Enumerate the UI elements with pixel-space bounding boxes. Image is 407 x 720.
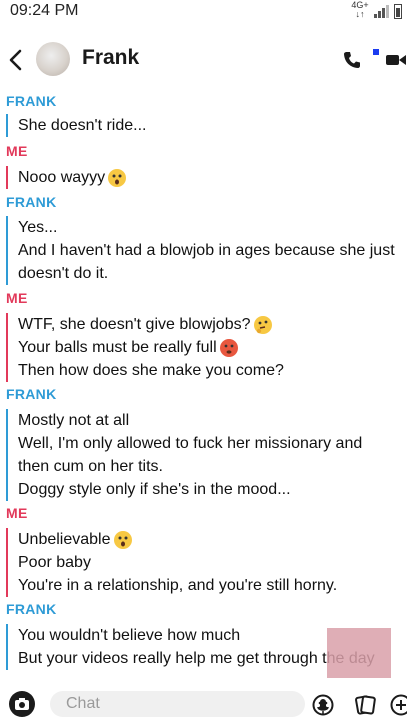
cards-icon[interactable]: [354, 694, 376, 716]
plus-icon[interactable]: [390, 694, 407, 716]
message-text: Unbelievable: [18, 531, 111, 548]
message-line: Nooo wayyy: [18, 166, 407, 189]
message-block: Nooo wayyy: [6, 166, 407, 189]
status-bar: 09:24 PM 4G+ ↓↑: [0, 0, 407, 24]
message-text: Doggy style only if she's in the mood...: [18, 481, 291, 498]
message-text: You're in a relationship, and you're sti…: [18, 577, 338, 594]
signal-icon: [374, 5, 389, 18]
battery-icon: [394, 4, 402, 19]
astonished-emoji: [113, 530, 132, 549]
chat-placeholder: Chat: [66, 695, 100, 712]
clock: 09:24 PM: [10, 2, 79, 19]
contact-name[interactable]: Frank: [82, 46, 139, 70]
video-icon[interactable]: [385, 52, 407, 68]
sender-label: FRANK: [6, 93, 57, 109]
message-block: WTF, she doesn't give blowjobs? Your bal…: [6, 313, 407, 382]
message-line: WTF, she doesn't give blowjobs?: [18, 313, 407, 336]
sender-label: ME: [6, 290, 28, 306]
sender-label: FRANK: [6, 601, 57, 617]
hot-face-emoji: [219, 338, 238, 357]
smiley-icon[interactable]: [312, 694, 334, 716]
network-type: 4G+: [351, 0, 369, 10]
avatar[interactable]: [36, 42, 70, 76]
message-text: doesn't do it.: [18, 265, 109, 282]
message-text: Poor baby: [18, 554, 91, 571]
sender-label: ME: [6, 143, 28, 159]
message-block: Yes... And I haven't had a blowjob in ag…: [6, 216, 407, 285]
message-text: Nooo wayyy: [18, 169, 106, 186]
message-text: Your balls must be really full: [18, 339, 217, 356]
message-line: Your balls must be really full: [18, 336, 407, 359]
chat-input[interactable]: Chat: [50, 691, 329, 717]
sender-label: ME: [6, 505, 28, 521]
message-text: Then how does she make you come?: [18, 362, 284, 379]
message-block: Mostly not at all Well, I'm only allowed…: [6, 409, 407, 501]
message-text: WTF, she doesn't give blowjobs?: [18, 316, 251, 333]
message-text: And I haven't had a blowjob in ages beca…: [18, 242, 395, 259]
thinking-emoji: [253, 315, 272, 334]
sender-label: FRANK: [6, 386, 57, 402]
composer-bar: Chat: [0, 688, 407, 720]
network-indicator: 4G+ ↓↑: [351, 0, 369, 19]
camera-button[interactable]: [9, 691, 35, 717]
message-text: Yes...: [18, 219, 58, 236]
message-text: then cum on her tits.: [18, 458, 163, 475]
message-block: Unbelievable Poor baby You're in a relat…: [6, 528, 407, 597]
message-line: Unbelievable: [18, 528, 407, 551]
back-icon[interactable]: [6, 48, 26, 72]
message-text: Mostly not at all: [18, 412, 130, 429]
call-icon[interactable]: [343, 51, 361, 69]
notification-dot: [373, 49, 379, 55]
sender-label: FRANK: [6, 194, 57, 210]
camera-icon: [15, 698, 29, 710]
message-text: She doesn't ride...: [18, 117, 147, 134]
message-block: She doesn't ride...: [6, 114, 407, 137]
astonished-emoji: [108, 168, 127, 187]
watermark-image: [327, 628, 391, 678]
chat-header: Frank: [0, 36, 407, 84]
message-text: Well, I'm only allowed to fuck her missi…: [18, 435, 363, 452]
